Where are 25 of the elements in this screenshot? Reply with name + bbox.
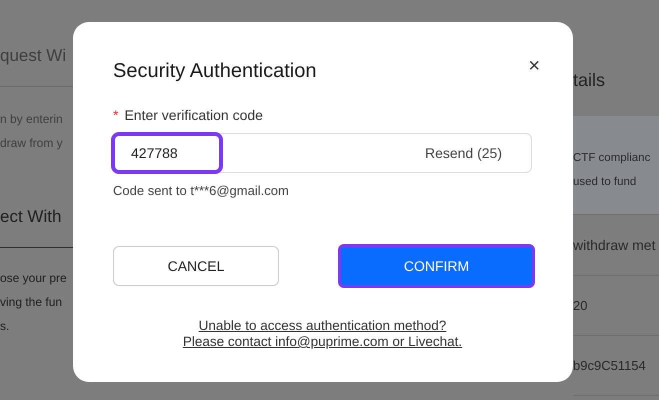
help-link[interactable]: Unable to access authentication method?	[198, 318, 446, 333]
field-label: Enter verification code	[124, 107, 263, 123]
description-text: s.	[0, 318, 10, 335]
code-input[interactable]: 427788	[111, 132, 223, 174]
description-text: ving the fun	[0, 294, 64, 311]
required-mark: *	[113, 107, 118, 123]
notice-text: used to fund	[573, 175, 638, 190]
description-text: ose your pre	[0, 270, 68, 287]
close-button[interactable]: ×	[528, 56, 540, 76]
description-text: draw from y	[0, 135, 64, 152]
section-heading: tails	[573, 70, 606, 92]
confirm-button[interactable]: CONFIRM	[338, 244, 535, 288]
dialog-title: Security Authentication	[113, 60, 316, 83]
resend-link[interactable]: Resend (25)	[424, 145, 502, 161]
section-heading: ect With	[0, 207, 62, 228]
detail-text: withdraw met	[573, 215, 659, 276]
code-field[interactable]: 427788 Resend (25)	[113, 133, 532, 173]
hint-text: Code sent to t***6@gmail.com	[113, 183, 290, 198]
help-link[interactable]: Please contact info@puprime.com or Livechat.	[182, 334, 462, 349]
detail-text: b9c9C51154	[573, 336, 659, 396]
notice-text: CTF complianc	[573, 151, 652, 166]
description-text: n by enterin	[0, 111, 64, 128]
detail-text: 20	[573, 276, 659, 336]
cancel-button[interactable]: CANCEL	[113, 246, 279, 286]
section-heading: quest Wi	[0, 46, 68, 67]
